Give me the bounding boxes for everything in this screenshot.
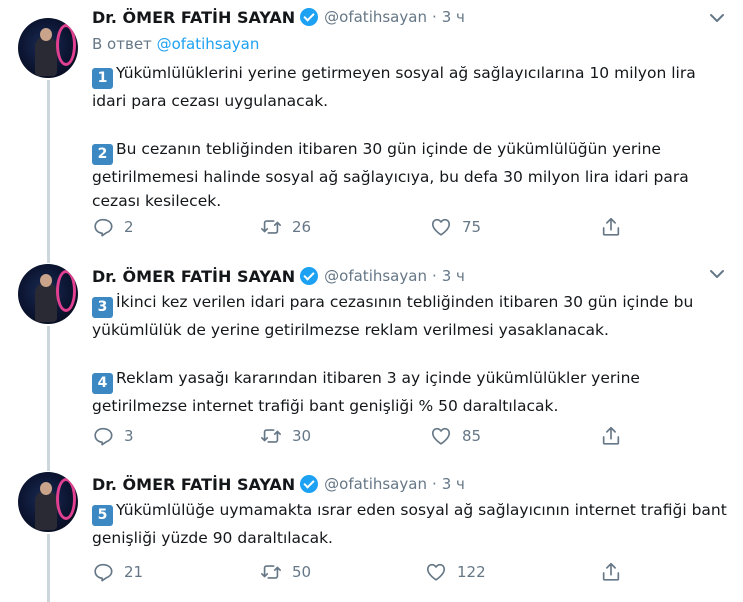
reply-context: В ответ @ofatihsayan (92, 35, 259, 53)
tweet-text: 5 Yükümlülüğe uymamakta ısrar eden sosyal… (92, 498, 732, 550)
tweet-text: 3 İkinci kez verilen idari para cezasının… (92, 290, 732, 418)
author-name[interactable]: Dr. ÖMER FATİH SAYAN (92, 267, 295, 286)
tweet-paragraph: 4 Reklam yasağı kararından itibaren 3 ay … (92, 366, 732, 418)
tweet-time[interactable]: 3 ч (442, 267, 465, 285)
paragraph-text: Yükümlülüğe uymamakta ısrar eden sosyal … (92, 501, 727, 547)
like-count: 75 (462, 218, 482, 236)
verified-badge-icon (300, 267, 319, 285)
share-icon (602, 217, 620, 236)
reply-button[interactable]: 2 (92, 216, 134, 238)
separator-dot: · (431, 8, 437, 26)
like-count: 85 (462, 427, 482, 445)
keycap-emoji: 5 (92, 505, 113, 526)
retweet-count: 26 (292, 218, 312, 236)
reply-icon (94, 563, 113, 582)
tweet[interactable]: Dr. ÖMER FATİH SAYAN @ofatihsayan · 3 ч … (0, 255, 743, 455)
like-button[interactable]: 85 (430, 425, 481, 447)
reply-button[interactable]: 3 (92, 425, 134, 447)
author-handle[interactable]: @ofatihsayan (324, 475, 427, 493)
retweet-icon (261, 565, 281, 579)
avatar[interactable] (18, 264, 78, 324)
heart-icon (426, 563, 446, 581)
keycap-emoji: 4 (92, 373, 113, 394)
reply-button[interactable]: 21 (92, 561, 143, 583)
reply-count: 21 (124, 563, 144, 581)
like-count: 122 (457, 563, 486, 581)
author-handle[interactable]: @ofatihsayan (324, 8, 427, 26)
avatar[interactable] (18, 18, 78, 78)
tweet-time[interactable]: 3 ч (442, 8, 465, 26)
retweet-button[interactable]: 26 (260, 216, 311, 238)
like-button[interactable]: 75 (430, 216, 481, 238)
retweet-button[interactable]: 30 (260, 425, 311, 447)
keycap-emoji: 2 (92, 144, 113, 165)
separator-dot: · (431, 475, 437, 493)
separator-dot: · (431, 267, 437, 285)
tweet-paragraph: 1 Yükümlülüklerini yerine getirmeyen sosy… (92, 61, 732, 113)
heart-icon (431, 218, 451, 236)
reply-icon (94, 218, 113, 237)
keycap-emoji: 3 (92, 297, 113, 318)
tweet-time[interactable]: 3 ч (442, 475, 465, 493)
author-handle[interactable]: @ofatihsayan (324, 267, 427, 285)
author-name[interactable]: Dr. ÖMER FATİH SAYAN (92, 8, 295, 27)
heart-icon (431, 427, 451, 445)
tweet-paragraph: 3 İkinci kez verilen idari para cezasının… (92, 290, 732, 342)
paragraph-text: Reklam yasağı kararından itibaren 3 ay i… (92, 369, 640, 415)
tweet[interactable]: Dr. ÖMER FATİH SAYAN @ofatihsayan · 3 ч … (0, 0, 743, 255)
paragraph-text: İkinci kez verilen idari para cezasının … (92, 293, 694, 339)
share-button[interactable] (600, 216, 632, 238)
reply-count: 2 (124, 218, 134, 236)
tweet-paragraph: 5 Yükümlülüğe uymamakta ısrar eden sosyal… (92, 498, 732, 550)
retweet-icon (261, 220, 281, 234)
avatar[interactable] (18, 472, 78, 532)
retweet-count: 50 (292, 563, 312, 581)
chevron-down-icon[interactable] (707, 8, 727, 28)
tweet-paragraph: 2 Bu cezanın tebliğinden itibaren 30 gün … (92, 137, 732, 213)
chevron-down-icon[interactable] (707, 264, 727, 284)
reply-prefix: В ответ (92, 35, 152, 53)
verified-badge-icon (300, 8, 319, 26)
reply-icon (94, 427, 113, 446)
reply-count: 3 (124, 427, 134, 445)
share-icon (602, 562, 620, 581)
like-button[interactable]: 122 (425, 561, 486, 583)
retweet-icon (261, 429, 281, 443)
share-icon (602, 426, 620, 445)
keycap-emoji: 1 (92, 68, 113, 89)
share-button[interactable] (600, 561, 632, 583)
author-name[interactable]: Dr. ÖMER FATİH SAYAN (92, 475, 295, 494)
tweet[interactable]: Dr. ÖMER FATİH SAYAN @ofatihsayan · 3 ч … (0, 455, 743, 602)
share-button[interactable] (600, 425, 632, 447)
retweet-count: 30 (292, 427, 312, 445)
tweet-text: 1 Yükümlülüklerini yerine getirmeyen sosy… (92, 61, 732, 213)
retweet-button[interactable]: 50 (260, 561, 311, 583)
verified-badge-icon (300, 475, 319, 493)
paragraph-text: Bu cezanın tebliğinden itibaren 30 gün i… (92, 140, 689, 210)
reply-mention-link[interactable]: @ofatihsayan (157, 35, 260, 53)
paragraph-text: Yükümlülüklerini yerine getirmeyen sosya… (92, 64, 696, 110)
